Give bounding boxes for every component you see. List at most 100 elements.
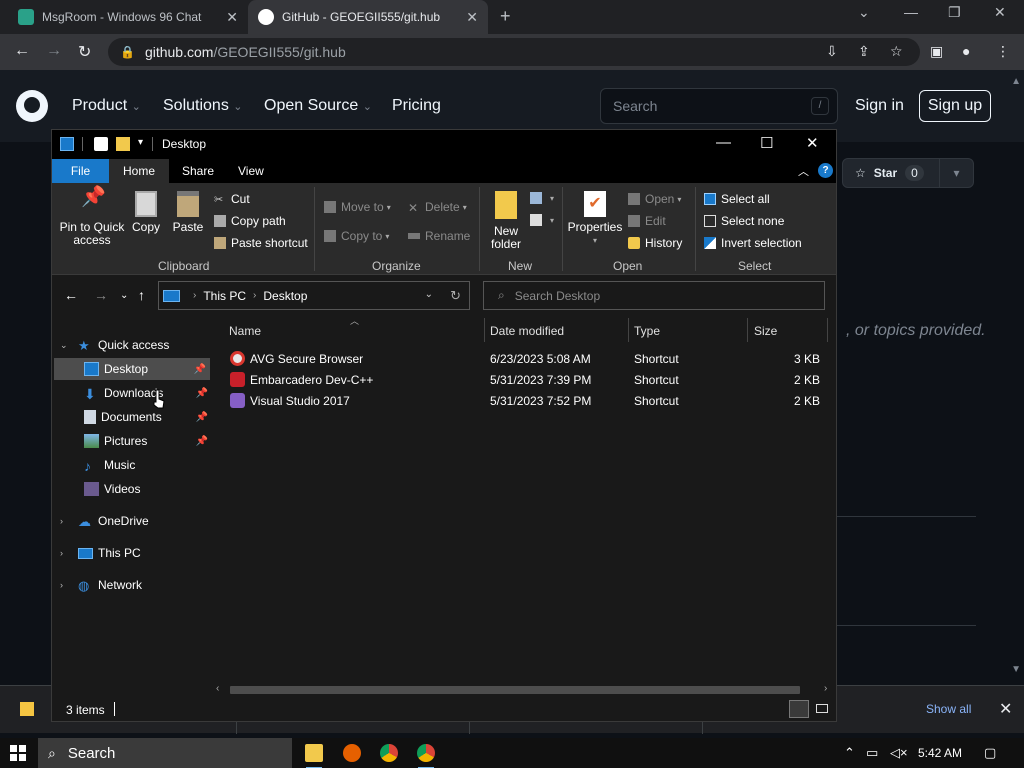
column-header-type[interactable]: Type bbox=[634, 324, 660, 338]
bookmark-star-icon[interactable]: ☆ bbox=[890, 43, 903, 60]
help-icon[interactable]: ? bbox=[818, 163, 833, 178]
menu-kebab-icon[interactable]: ⋮ bbox=[996, 43, 1010, 60]
nav-this-pc[interactable]: › This PC bbox=[52, 542, 212, 564]
scroll-right-icon[interactable]: › bbox=[824, 683, 827, 694]
column-header-size[interactable]: Size bbox=[754, 324, 777, 338]
copy-button[interactable]: Copy bbox=[130, 191, 162, 234]
nav-open-source[interactable]: Open Source ⌄ bbox=[264, 97, 372, 115]
file-row[interactable]: Visual Studio 2017 5/31/2023 7:52 PM Sho… bbox=[228, 391, 828, 412]
easy-access-icon[interactable]: ▾ bbox=[530, 214, 554, 226]
properties-qat-icon[interactable] bbox=[94, 137, 108, 151]
back-icon[interactable]: ← bbox=[14, 42, 30, 60]
pin-to-quick-access-button[interactable]: 📌 Pin to Quick access bbox=[58, 187, 126, 247]
tab-home[interactable]: Home bbox=[109, 159, 170, 183]
up-icon[interactable]: ↑ bbox=[138, 287, 145, 303]
nav-network[interactable]: › ◍ Network bbox=[52, 574, 212, 596]
show-all-downloads-link[interactable]: Show all bbox=[926, 702, 971, 716]
firefox-taskbar-icon[interactable] bbox=[343, 744, 361, 762]
select-none-button[interactable]: Select none bbox=[704, 214, 784, 228]
address-dropdown-icon[interactable]: ⌄ bbox=[425, 289, 433, 300]
close-download-bar-icon[interactable]: ✕ bbox=[999, 699, 1012, 719]
scroll-left-icon[interactable]: ‹ bbox=[216, 683, 219, 694]
taskbar-search-box[interactable]: ⌕ Search bbox=[38, 738, 292, 768]
network-tray-icon[interactable]: ▭ bbox=[866, 745, 878, 761]
file-explorer-taskbar-icon[interactable] bbox=[305, 744, 323, 768]
copy-to-button[interactable]: Copy to ▾ bbox=[324, 229, 389, 243]
browser-tab-github[interactable]: GitHub - GEOEGII555/git.hub ✕ bbox=[248, 0, 488, 34]
paste-button[interactable]: Paste bbox=[172, 191, 204, 234]
chevron-right-icon[interactable]: › bbox=[60, 548, 63, 558]
github-logo-icon[interactable] bbox=[16, 90, 48, 122]
column-header-date-modified[interactable]: Date modified bbox=[490, 324, 564, 338]
nav-solutions[interactable]: Solutions ⌄ bbox=[163, 97, 243, 115]
new-folder-button[interactable]: New folder bbox=[486, 191, 526, 251]
minimize-icon[interactable]: — bbox=[716, 134, 731, 151]
address-bar[interactable]: 🔒 github.com/GEOEGII555/git.hub bbox=[108, 38, 920, 66]
nav-videos[interactable]: Videos bbox=[52, 478, 212, 500]
sign-in-link[interactable]: Sign in bbox=[855, 97, 904, 115]
horizontal-scrollbar[interactable]: ‹ › bbox=[212, 682, 836, 698]
properties-button[interactable]: ✔ Properties ▾ bbox=[566, 191, 624, 247]
large-icons-view-icon[interactable] bbox=[812, 700, 832, 718]
volume-muted-icon[interactable]: ◁× bbox=[890, 745, 908, 761]
tray-chevron-icon[interactable]: ⌃ bbox=[844, 745, 855, 761]
reload-icon[interactable]: ↻ bbox=[78, 42, 91, 62]
tab-share[interactable]: Share bbox=[168, 159, 228, 183]
notifications-icon[interactable]: ▢ bbox=[984, 745, 996, 761]
open-button[interactable]: Open ▾ bbox=[628, 192, 681, 206]
chevron-right-icon[interactable]: › bbox=[60, 580, 63, 590]
invert-selection-button[interactable]: Invert selection bbox=[704, 236, 802, 250]
chevron-down-icon[interactable]: ⌄ bbox=[60, 340, 68, 351]
install-app-icon[interactable]: ⇩ bbox=[826, 43, 838, 60]
qat-customize-icon[interactable]: ▾ bbox=[138, 137, 152, 151]
select-all-button[interactable]: Select all bbox=[704, 192, 770, 206]
delete-button[interactable]: ✕ Delete ▾ bbox=[408, 200, 467, 215]
tab-search-chevron-icon[interactable]: ⌄ bbox=[858, 4, 870, 21]
cut-button[interactable]: ✂ Cut bbox=[214, 192, 250, 206]
move-to-button[interactable]: Move to ▾ bbox=[324, 200, 391, 214]
browser-tab-msgroom[interactable]: MsgRoom - Windows 96 Chat ✕ bbox=[8, 0, 248, 34]
forward-icon[interactable]: → bbox=[94, 287, 108, 303]
taskbar-clock[interactable]: 5:42 AM bbox=[918, 746, 962, 760]
column-header-name[interactable]: Name bbox=[229, 324, 261, 338]
history-button[interactable]: History bbox=[628, 236, 682, 250]
rename-button[interactable]: Rename bbox=[408, 229, 470, 243]
github-search-input[interactable]: Search / bbox=[600, 88, 838, 124]
scrollbar-thumb[interactable] bbox=[230, 686, 800, 694]
tab-file[interactable]: File bbox=[52, 159, 109, 183]
nav-onedrive[interactable]: › ☁ OneDrive bbox=[52, 510, 212, 532]
nav-desktop[interactable]: Desktop 📌 bbox=[54, 358, 210, 380]
column-divider[interactable] bbox=[827, 318, 828, 342]
paste-shortcut-button[interactable]: Paste shortcut bbox=[214, 236, 308, 250]
explorer-search-input[interactable]: ⌕ Search Desktop bbox=[483, 281, 825, 310]
file-row[interactable]: AVG Secure Browser 6/23/2023 5:08 AM Sho… bbox=[228, 349, 828, 370]
breadcrumb-this-pc[interactable]: This PC bbox=[203, 289, 246, 303]
star-button[interactable]: ☆ Star 0 ▾ bbox=[842, 158, 974, 188]
back-icon[interactable]: ← bbox=[64, 287, 78, 303]
chrome-taskbar-icon[interactable] bbox=[380, 744, 398, 762]
star-dropdown-icon[interactable]: ▾ bbox=[939, 159, 973, 187]
close-tab-icon[interactable]: ✕ bbox=[226, 9, 238, 26]
nav-downloads[interactable]: ⬇ Downloads 📌 bbox=[52, 382, 212, 404]
close-window-icon[interactable]: ✕ bbox=[994, 4, 1006, 21]
sign-up-button[interactable]: Sign up bbox=[919, 90, 991, 122]
recent-locations-icon[interactable]: ⌄ bbox=[120, 290, 128, 301]
edit-button[interactable]: Edit bbox=[628, 214, 666, 228]
scroll-down-icon[interactable]: ▼ bbox=[1011, 664, 1021, 675]
nav-pictures[interactable]: Pictures 📌 bbox=[52, 430, 212, 452]
nav-music[interactable]: ♪ Music bbox=[52, 454, 212, 476]
close-tab-icon[interactable]: ✕ bbox=[466, 9, 478, 26]
forward-icon[interactable]: → bbox=[46, 42, 62, 60]
chrome-taskbar-icon[interactable] bbox=[417, 744, 435, 768]
explorer-address-bar[interactable]: › This PC › Desktop ⌄ ↻ bbox=[158, 281, 470, 310]
nav-pricing[interactable]: Pricing bbox=[392, 97, 441, 115]
nav-quick-access[interactable]: ⌄ ★ Quick access bbox=[52, 334, 212, 356]
maximize-icon[interactable]: ☐ bbox=[760, 134, 773, 152]
file-row[interactable]: Embarcadero Dev-C++ 5/31/2023 7:39 PM Sh… bbox=[228, 370, 828, 391]
chevron-right-icon[interactable]: › bbox=[60, 516, 63, 526]
restore-icon[interactable]: ❐ bbox=[948, 4, 961, 21]
collapse-ribbon-icon[interactable]: ︿ bbox=[798, 163, 809, 179]
new-item-icon[interactable]: ▾ bbox=[530, 192, 554, 204]
tab-view[interactable]: View bbox=[224, 159, 278, 183]
column-divider[interactable] bbox=[747, 318, 748, 342]
